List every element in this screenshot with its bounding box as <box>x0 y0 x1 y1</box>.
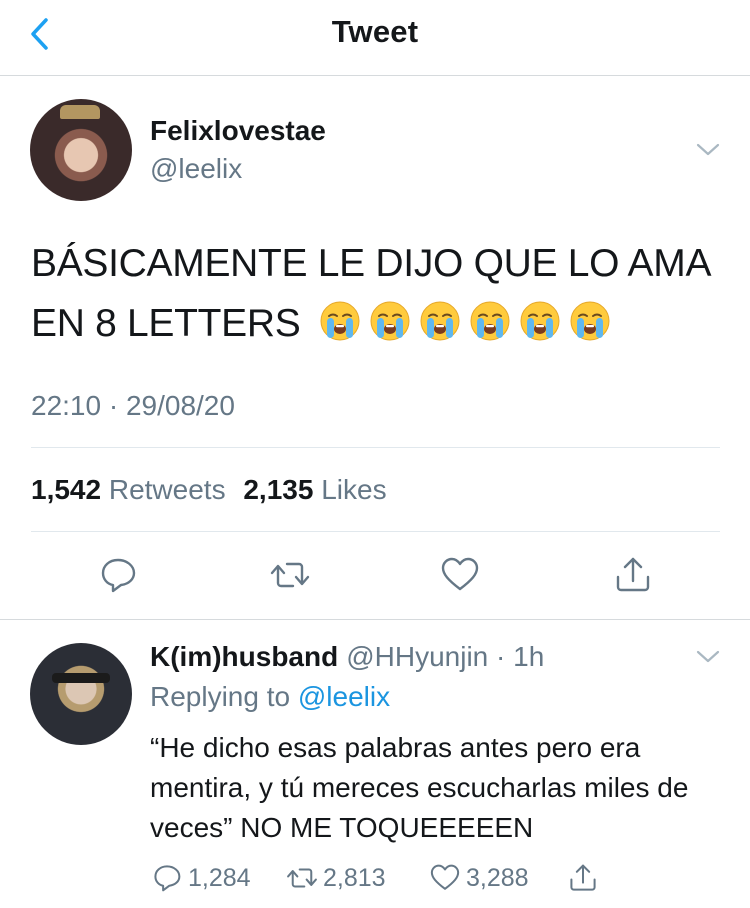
emoji-row <box>311 296 611 356</box>
divider <box>31 531 720 532</box>
retweets-label[interactable]: Retweets <box>109 474 226 505</box>
likes-label[interactable]: Likes <box>321 474 386 505</box>
tweet-stats: 1,542 Retweets 2,135 Likes <box>31 474 397 506</box>
section-divider <box>0 619 750 620</box>
retweet-icon <box>287 868 317 888</box>
reply-reply-button[interactable]: 1,284 <box>150 860 251 896</box>
loudly-crying-face-emoji <box>320 301 360 341</box>
reply-icon[interactable] <box>96 553 140 597</box>
share-icon[interactable] <box>611 553 655 597</box>
author-display-name[interactable]: Felixlovestae <box>150 115 326 147</box>
reply-avatar[interactable] <box>30 643 132 745</box>
share-icon <box>570 864 596 891</box>
heart-icon <box>430 864 460 890</box>
reply-display-name[interactable]: K(im)husband <box>150 641 338 672</box>
heart-icon[interactable] <box>438 553 482 597</box>
replying-mention[interactable]: @leelix <box>298 681 390 712</box>
reply-text: “He dicho esas palabras antes pero era m… <box>150 732 689 843</box>
replying-prefix: Replying to <box>150 681 291 712</box>
chevron-down-icon[interactable] <box>694 648 722 666</box>
reply-reply-count: 1,284 <box>188 863 251 892</box>
reply-like-count: 3,288 <box>466 863 529 892</box>
replying-to: Replying to @leelix <box>150 681 390 713</box>
reply-retweet-count: 2,813 <box>323 863 386 892</box>
tweet-text: BÁSICAMENTE LE DIJO QUE LO AMA EN 8 LETT… <box>31 234 731 356</box>
chevron-down-icon[interactable] <box>694 141 722 159</box>
retweet-count[interactable]: 1,542 <box>31 474 101 505</box>
reply-like-button[interactable]: 3,288 <box>428 860 529 896</box>
avatar-crown <box>60 105 100 119</box>
page-title: Tweet <box>331 14 419 49</box>
reply-share-button[interactable] <box>566 860 600 896</box>
author-handle[interactable]: @leelix <box>150 153 242 185</box>
avatar-headband <box>52 673 110 683</box>
top-bar: Tweet <box>0 0 750 76</box>
loudly-crying-face-emoji <box>420 301 460 341</box>
like-count[interactable]: 2,135 <box>243 474 313 505</box>
reply-header: K(im)husband @HHyunjin · 1h <box>150 641 544 673</box>
loudly-crying-face-emoji <box>520 301 560 341</box>
loudly-crying-face-emoji <box>570 301 610 341</box>
loudly-crying-face-emoji <box>470 301 510 341</box>
reply-retweet-button[interactable]: 2,813 <box>285 860 386 896</box>
reply-icon <box>154 865 181 892</box>
reply-handle-time[interactable]: @HHyunjin · 1h <box>346 641 544 672</box>
loudly-crying-face-emoji <box>370 301 410 341</box>
avatar[interactable] <box>30 99 132 201</box>
divider <box>31 447 720 448</box>
retweet-icon[interactable] <box>268 553 312 597</box>
tweet-timestamp[interactable]: 22:10 · 29/08/20 <box>31 390 235 422</box>
